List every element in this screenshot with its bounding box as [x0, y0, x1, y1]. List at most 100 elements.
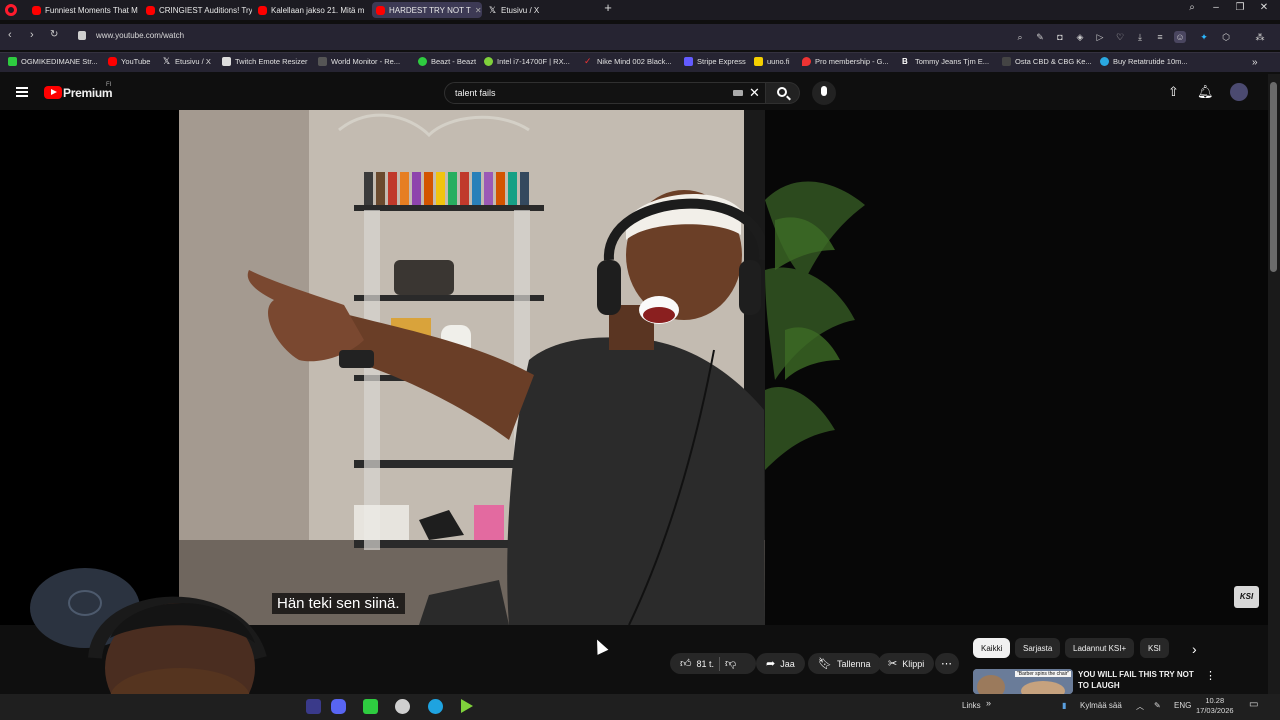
cube-icon[interactable]: ⬡ — [1220, 31, 1232, 43]
share-button[interactable]: ➦ Jaa — [756, 653, 805, 674]
browser-tab[interactable]: 𝕏 Etusivu / X — [484, 2, 594, 18]
more-vertical-icon[interactable]: ⋮ — [1205, 669, 1216, 682]
opera-logo-icon[interactable] — [5, 4, 17, 16]
bookmark[interactable]: Osta CBD & CBG Ke... — [1002, 57, 1092, 66]
shield-app-icon[interactable] — [395, 699, 410, 714]
filter-chip-uploader[interactable]: Ladannut KSI+ — [1065, 638, 1135, 658]
search-input[interactable]: talent fails ✕ — [444, 82, 766, 104]
chevron-double-right-icon[interactable]: » — [986, 698, 991, 708]
notifications-bell-icon[interactable]: 🔔︎ — [1197, 84, 1214, 100]
uuno-icon — [754, 57, 763, 66]
browser-tab[interactable]: Kalellaan jakso 21. Mitä m — [254, 2, 366, 18]
browser-tab[interactable]: CRINGIEST Auditions! Try — [142, 2, 252, 18]
links-toolbar[interactable]: Links — [962, 701, 981, 710]
clip-button[interactable]: ✂ Klippi — [878, 653, 935, 674]
camera-icon[interactable]: ◘ — [1054, 31, 1066, 43]
edit-icon[interactable]: ✎ — [1034, 31, 1046, 43]
search-query[interactable]: talent fails — [455, 88, 496, 98]
clear-search-icon[interactable]: ✕ — [749, 85, 760, 101]
new-tab-button[interactable]: + — [598, 0, 618, 15]
channel-watermark[interactable]: KSI — [1234, 586, 1259, 608]
bookmark[interactable]: Twitch Emote Resizer — [222, 57, 308, 66]
video-letterbox — [765, 110, 1268, 625]
notification-center-icon[interactable]: ▭ — [1249, 699, 1258, 710]
filter-chip-ksi[interactable]: KSI — [1140, 638, 1169, 658]
bookmark[interactable]: World Monitor - Re... — [318, 57, 400, 66]
discord-icon[interactable] — [331, 699, 346, 714]
search-button[interactable] — [766, 82, 800, 104]
like-count[interactable]: 81 t. — [697, 659, 715, 669]
shield-icon[interactable]: ◈ — [1074, 31, 1086, 43]
pen-icon[interactable]: ✎ — [1154, 701, 1161, 710]
thumbs-up-icon[interactable]: 👍︎ — [680, 657, 692, 670]
recommended-video-title[interactable]: YOU WILL FAIL THIS TRY NOT TO LAUGH — [1078, 669, 1202, 691]
bookmark[interactable]: Pro membership - G... — [802, 57, 889, 66]
bookmark[interactable]: YouTube — [108, 57, 150, 66]
back-button[interactable]: ‹ — [8, 29, 12, 41]
x-icon: 𝕏 — [162, 56, 171, 66]
bookmark[interactable]: Stripe Express — [684, 57, 746, 66]
brand-b-icon: B — [902, 57, 908, 66]
extension-icon[interactable]: ✦ — [1198, 31, 1210, 43]
kick-icon[interactable] — [363, 699, 378, 714]
hamburger-menu-icon[interactable] — [16, 87, 28, 97]
search-tabs-icon[interactable]: ⌕ — [1182, 2, 1202, 13]
filter-chip-all[interactable]: Kaikki — [973, 638, 1011, 658]
download-icon[interactable]: ⤓ — [1134, 31, 1146, 43]
thumbs-down-icon[interactable]: 👎︎ — [725, 657, 736, 670]
globe-icon — [318, 57, 327, 66]
bookmark[interactable]: Beazt - Beazt — [418, 57, 476, 66]
profile-icon[interactable]: ☺ — [1174, 31, 1186, 43]
page-scrollbar[interactable] — [1268, 74, 1280, 694]
youtube-logo-icon[interactable] — [44, 86, 62, 99]
more-bookmarks-icon[interactable]: » — [1252, 57, 1258, 68]
stripe-icon — [684, 57, 693, 66]
upload-icon[interactable]: ⇧ — [1168, 84, 1179, 100]
voice-search-icon[interactable] — [812, 81, 836, 105]
search-icon — [777, 87, 787, 97]
reload-button[interactable]: ↻ — [50, 29, 58, 40]
bookmark[interactable]: 𝕏 Etusivu / X — [162, 56, 211, 67]
recommended-video-thumbnail[interactable]: "Barber spins the chair" — [973, 669, 1073, 694]
url-field[interactable]: www.youtube.com/watch — [96, 31, 184, 40]
close-tab-icon[interactable]: ✕ — [475, 6, 482, 15]
chevron-up-icon[interactable]: ︿ — [1136, 701, 1144, 712]
bookmark[interactable]: Buy Retatrutide 10m... — [1100, 57, 1188, 66]
bookmark[interactable]: Intel i7-14700F | RX... — [484, 57, 570, 66]
browser-tab[interactable]: Funniest Moments That M — [28, 2, 140, 18]
save-button[interactable]: 🔖︎ Tallenna — [808, 653, 881, 674]
bookmark[interactable]: B Tommy Jeans Tjm E... — [902, 57, 989, 66]
nike-icon: ✓ — [584, 56, 592, 66]
minimize-button[interactable]: – — [1206, 2, 1226, 13]
system-clock[interactable]: 10.28 17/03/2026 — [1196, 696, 1234, 716]
video-frame[interactable] — [179, 110, 765, 625]
close-window-button[interactable]: ✕ — [1254, 2, 1274, 13]
bookmark[interactable]: OGMIKEDIMANE Str... — [8, 57, 98, 66]
bookmark[interactable]: ✓ Nike Mind 002 Black... — [584, 56, 672, 67]
more-actions-button[interactable]: ⋯ — [935, 653, 959, 674]
filter-chip-series[interactable]: Sarjasta — [1015, 638, 1061, 658]
ai-icon[interactable]: ⁂ — [1248, 31, 1272, 43]
address-bar-row: ‹ › ↻ www.youtube.com/watch ⌕ ✎ ◘ ◈ ▷ ♡ … — [0, 24, 1280, 50]
region-code: FI — [106, 82, 112, 88]
search-icon[interactable]: ⌕ — [1014, 31, 1026, 43]
language-indicator[interactable]: ENG — [1174, 701, 1191, 710]
app-icon[interactable] — [306, 699, 321, 714]
browser-tab-strip: Funniest Moments That M CRINGIEST Auditi… — [0, 0, 1280, 20]
scrollbar-thumb[interactable] — [1270, 82, 1277, 272]
chevron-right-icon[interactable]: › — [1192, 641, 1197, 657]
keyboard-icon[interactable] — [733, 90, 743, 96]
weather-label[interactable]: Kylmää sää — [1080, 701, 1122, 710]
maximize-button[interactable]: ❐ — [1230, 2, 1250, 13]
bookmark[interactable]: uuno.fi — [754, 57, 790, 66]
avatar[interactable] — [1230, 83, 1248, 101]
edge-icon[interactable] — [428, 699, 443, 714]
media-player-icon[interactable] — [461, 699, 473, 713]
forward-button[interactable]: › — [30, 29, 34, 41]
browser-tab-active[interactable]: HARDEST TRY NOT T ✕ — [372, 2, 482, 18]
play-icon[interactable]: ▷ — [1094, 31, 1106, 43]
menu-icon[interactable]: ≡ — [1154, 31, 1166, 43]
bookmark-icon: 🔖︎ — [818, 658, 832, 670]
youtube-premium-label[interactable]: Premium — [63, 86, 113, 100]
heart-icon[interactable]: ♡ — [1114, 31, 1126, 43]
